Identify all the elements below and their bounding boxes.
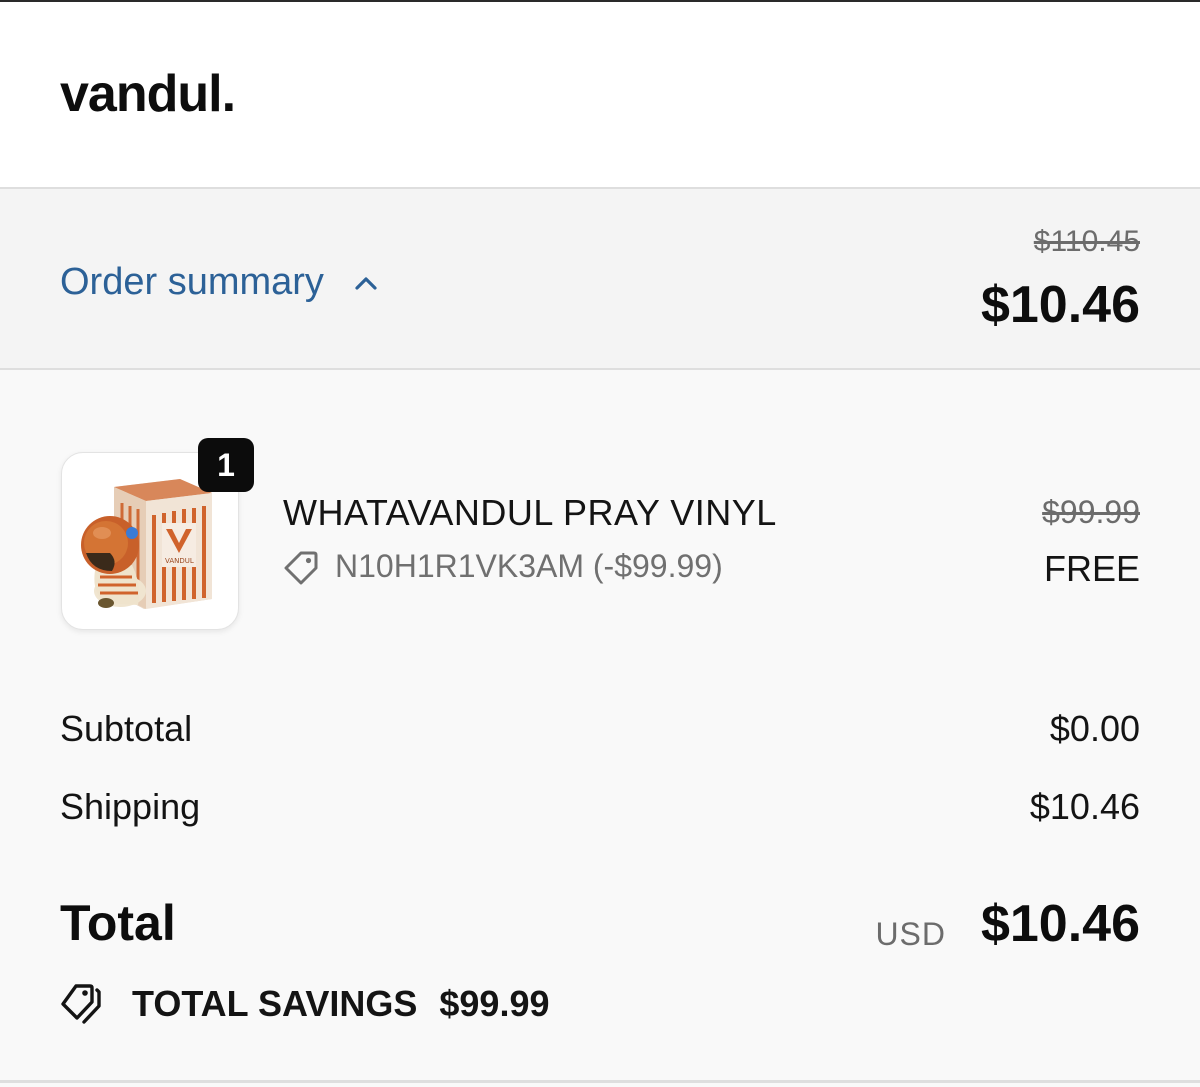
- order-summary-toggle[interactable]: Order summary: [60, 261, 380, 304]
- discount-code-line: N10H1R1VK3AM (-$99.99): [283, 548, 723, 585]
- shipping-label: Shipping: [60, 786, 201, 827]
- total-savings-amount: $99.99: [439, 983, 550, 1024]
- order-summary-label[interactable]: Order summary: [60, 261, 324, 304]
- subtotal-value: $0.00: [1049, 708, 1140, 749]
- total-savings-label: TOTAL SAVINGS: [132, 983, 418, 1024]
- tag-icon: [284, 551, 318, 584]
- summary-total: $10.46: [980, 276, 1140, 334]
- product-name: WHATAVANDUL PRAY VINYL: [283, 492, 777, 533]
- original-total: $110.45: [1033, 225, 1140, 258]
- chevron-up-icon[interactable]: [352, 269, 380, 297]
- tags-icon: [61, 984, 101, 1024]
- order-summary-bar[interactable]: Order summary $110.45 $10.46: [0, 187, 1200, 370]
- quantity-badge: 1: [198, 438, 254, 492]
- box-brand-text: VANDUL: [165, 557, 194, 565]
- total-savings: TOTAL SAVINGS $99.99: [60, 982, 549, 1026]
- subtotal-label: Subtotal: [60, 708, 193, 749]
- total-label: Total: [60, 895, 176, 951]
- total-amount: $10.46: [980, 895, 1140, 953]
- item-price: FREE: [1043, 548, 1140, 589]
- bottom-divider: [0, 1080, 1200, 1083]
- total-currency: USD: [875, 916, 946, 952]
- shipping-value: $10.46: [1029, 786, 1140, 827]
- checkout-header: vandul.: [0, 2, 1200, 187]
- order-details: VANDUL 1 WHATAVANDUL PRAY VINYL N10H1R1V…: [0, 370, 1200, 1087]
- store-logo[interactable]: vandul.: [60, 64, 236, 124]
- item-original-price: $99.99: [1042, 494, 1140, 530]
- discount-code: N10H1R1VK3AM (-$99.99): [335, 548, 723, 584]
